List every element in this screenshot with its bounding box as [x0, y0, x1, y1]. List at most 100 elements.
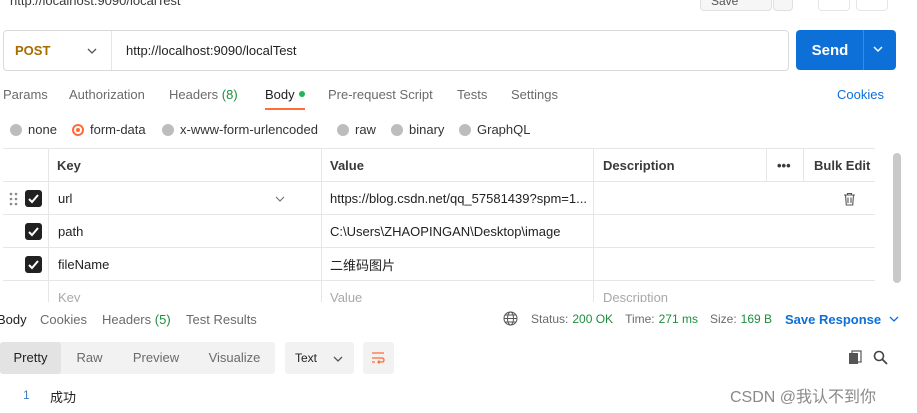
- radio-circle: [162, 123, 174, 136]
- request-title-bar: http://localhost:9090/localTest Save: [0, 0, 917, 11]
- radio-x-www-form-urlencoded[interactable]: x-www-form-urlencoded: [162, 122, 318, 137]
- column-divider: [766, 149, 767, 182]
- column-divider: [48, 182, 49, 215]
- radio-raw[interactable]: raw: [337, 122, 376, 137]
- form-data-table: Key Value Description ••• Bulk Edit url …: [3, 148, 875, 304]
- tab-headers-count: (8): [221, 87, 238, 102]
- view-tab-visualize[interactable]: Visualize: [194, 342, 275, 374]
- description-placeholder[interactable]: Description: [603, 281, 763, 304]
- status-value[interactable]: 200 OK: [572, 312, 613, 326]
- row-description[interactable]: [603, 215, 763, 248]
- row-checkbox[interactable]: [25, 256, 42, 273]
- tab-headers-label: Headers: [169, 87, 219, 102]
- table-row: fileName 二维码图片: [3, 248, 875, 281]
- row-key[interactable]: fileName: [58, 248, 258, 281]
- radio-none[interactable]: none: [10, 122, 57, 137]
- chevron-down-icon: [889, 316, 899, 322]
- trash-icon[interactable]: [843, 192, 856, 206]
- radio-graphql[interactable]: GraphQL: [459, 122, 530, 137]
- edit-icon[interactable]: [818, 0, 850, 11]
- tab-tests[interactable]: Tests: [457, 87, 487, 102]
- row-description[interactable]: [603, 248, 763, 281]
- request-tabs: Params Authorization Headers (8) Body Pr…: [0, 84, 917, 110]
- response-bar: Body Cookies Headers (5) Test Results St…: [0, 302, 917, 336]
- chevron-down-icon: [333, 356, 343, 362]
- header-key: Key: [57, 158, 81, 173]
- body-indicator-dot: [298, 91, 305, 97]
- check-icon: [28, 260, 39, 270]
- column-divider: [321, 215, 322, 248]
- bulk-edit-button[interactable]: Bulk Edit: [814, 149, 874, 182]
- copy-icon[interactable]: [848, 350, 863, 365]
- send-button[interactable]: Send: [796, 30, 896, 70]
- table-row-placeholder: Key Value Description: [3, 281, 875, 304]
- radio-circle: [10, 123, 22, 136]
- value-placeholder[interactable]: Value: [330, 281, 590, 304]
- radio-form-data-label: form-data: [90, 122, 146, 137]
- row-key[interactable]: path: [58, 215, 258, 248]
- wrap-lines-button[interactable]: [363, 342, 394, 374]
- tab-authorization[interactable]: Authorization: [69, 87, 145, 102]
- tab-headers[interactable]: Headers (8): [169, 87, 238, 102]
- response-body-line: 成功: [50, 390, 77, 405]
- more-options-icon[interactable]: •••: [777, 149, 803, 182]
- radio-raw-label: raw: [355, 122, 376, 137]
- globe-icon[interactable]: [503, 311, 518, 326]
- header-value: Value: [330, 158, 364, 173]
- column-divider: [48, 281, 49, 304]
- column-divider: [593, 149, 594, 182]
- save-response-button[interactable]: Save Response: [785, 312, 899, 327]
- row-value[interactable]: C:\Users\ZHAOPINGAN\Desktop\image: [330, 215, 590, 248]
- tab-params[interactable]: Params: [3, 87, 48, 102]
- row-key[interactable]: url: [58, 182, 258, 215]
- column-divider: [593, 182, 594, 215]
- view-tab-preview[interactable]: Preview: [118, 342, 194, 374]
- row-description[interactable]: [603, 182, 763, 215]
- format-select[interactable]: Text: [285, 342, 354, 374]
- response-tab-headers[interactable]: Headers (5): [102, 312, 171, 327]
- radio-circle: [459, 123, 471, 136]
- response-tab-cookies[interactable]: Cookies: [40, 312, 87, 327]
- url-input[interactable]: http://localhost:9090/localTest: [112, 43, 297, 58]
- column-divider: [48, 248, 49, 281]
- tab-settings[interactable]: Settings: [511, 87, 558, 102]
- search-icon[interactable]: [873, 350, 888, 365]
- column-divider: [321, 182, 322, 215]
- response-tab-body[interactable]: Body: [0, 312, 27, 327]
- row-checkbox[interactable]: [25, 190, 42, 207]
- column-divider: [321, 248, 322, 281]
- column-divider: [321, 149, 322, 182]
- view-tab-raw[interactable]: Raw: [61, 342, 118, 374]
- request-title: http://localhost:9090/localTest: [10, 0, 181, 8]
- tab-body[interactable]: Body: [265, 87, 305, 110]
- cookies-link[interactable]: Cookies: [837, 87, 884, 102]
- chevron-down-icon[interactable]: [872, 43, 884, 55]
- send-label: Send: [811, 41, 849, 59]
- row-checkbox[interactable]: [25, 223, 42, 240]
- size-label: Size:: [709, 311, 737, 326]
- format-value: Text: [295, 351, 318, 365]
- chevron-down-icon[interactable]: [275, 194, 285, 204]
- radio-form-data[interactable]: form-data: [72, 122, 146, 137]
- save-button-label: Save: [711, 0, 739, 8]
- share-icon[interactable]: [856, 0, 888, 11]
- response-tab-headers-label: Headers: [102, 312, 152, 327]
- time-label: Time:: [625, 311, 655, 326]
- column-divider: [803, 149, 804, 182]
- size-value[interactable]: 169 B: [741, 312, 772, 326]
- response-tab-test-results[interactable]: Test Results: [186, 312, 257, 327]
- time-value[interactable]: 271 ms: [659, 312, 698, 326]
- save-more-button[interactable]: [773, 0, 793, 11]
- key-placeholder[interactable]: Key: [58, 281, 258, 304]
- row-value[interactable]: https://blog.csdn.net/qq_57581439?spm=1.…: [330, 182, 590, 215]
- save-button[interactable]: Save: [700, 0, 772, 11]
- drag-handle-icon[interactable]: [9, 192, 19, 206]
- method-label: POST: [15, 43, 51, 58]
- tab-pre-request-script[interactable]: Pre-request Script: [328, 87, 433, 102]
- radio-binary[interactable]: binary: [391, 122, 444, 137]
- radio-circle-selected: [72, 123, 84, 136]
- method-select[interactable]: POST: [4, 31, 112, 70]
- vertical-scrollbar[interactable]: [893, 153, 901, 283]
- row-value[interactable]: 二维码图片: [330, 248, 590, 281]
- view-tab-pretty[interactable]: Pretty: [0, 342, 61, 374]
